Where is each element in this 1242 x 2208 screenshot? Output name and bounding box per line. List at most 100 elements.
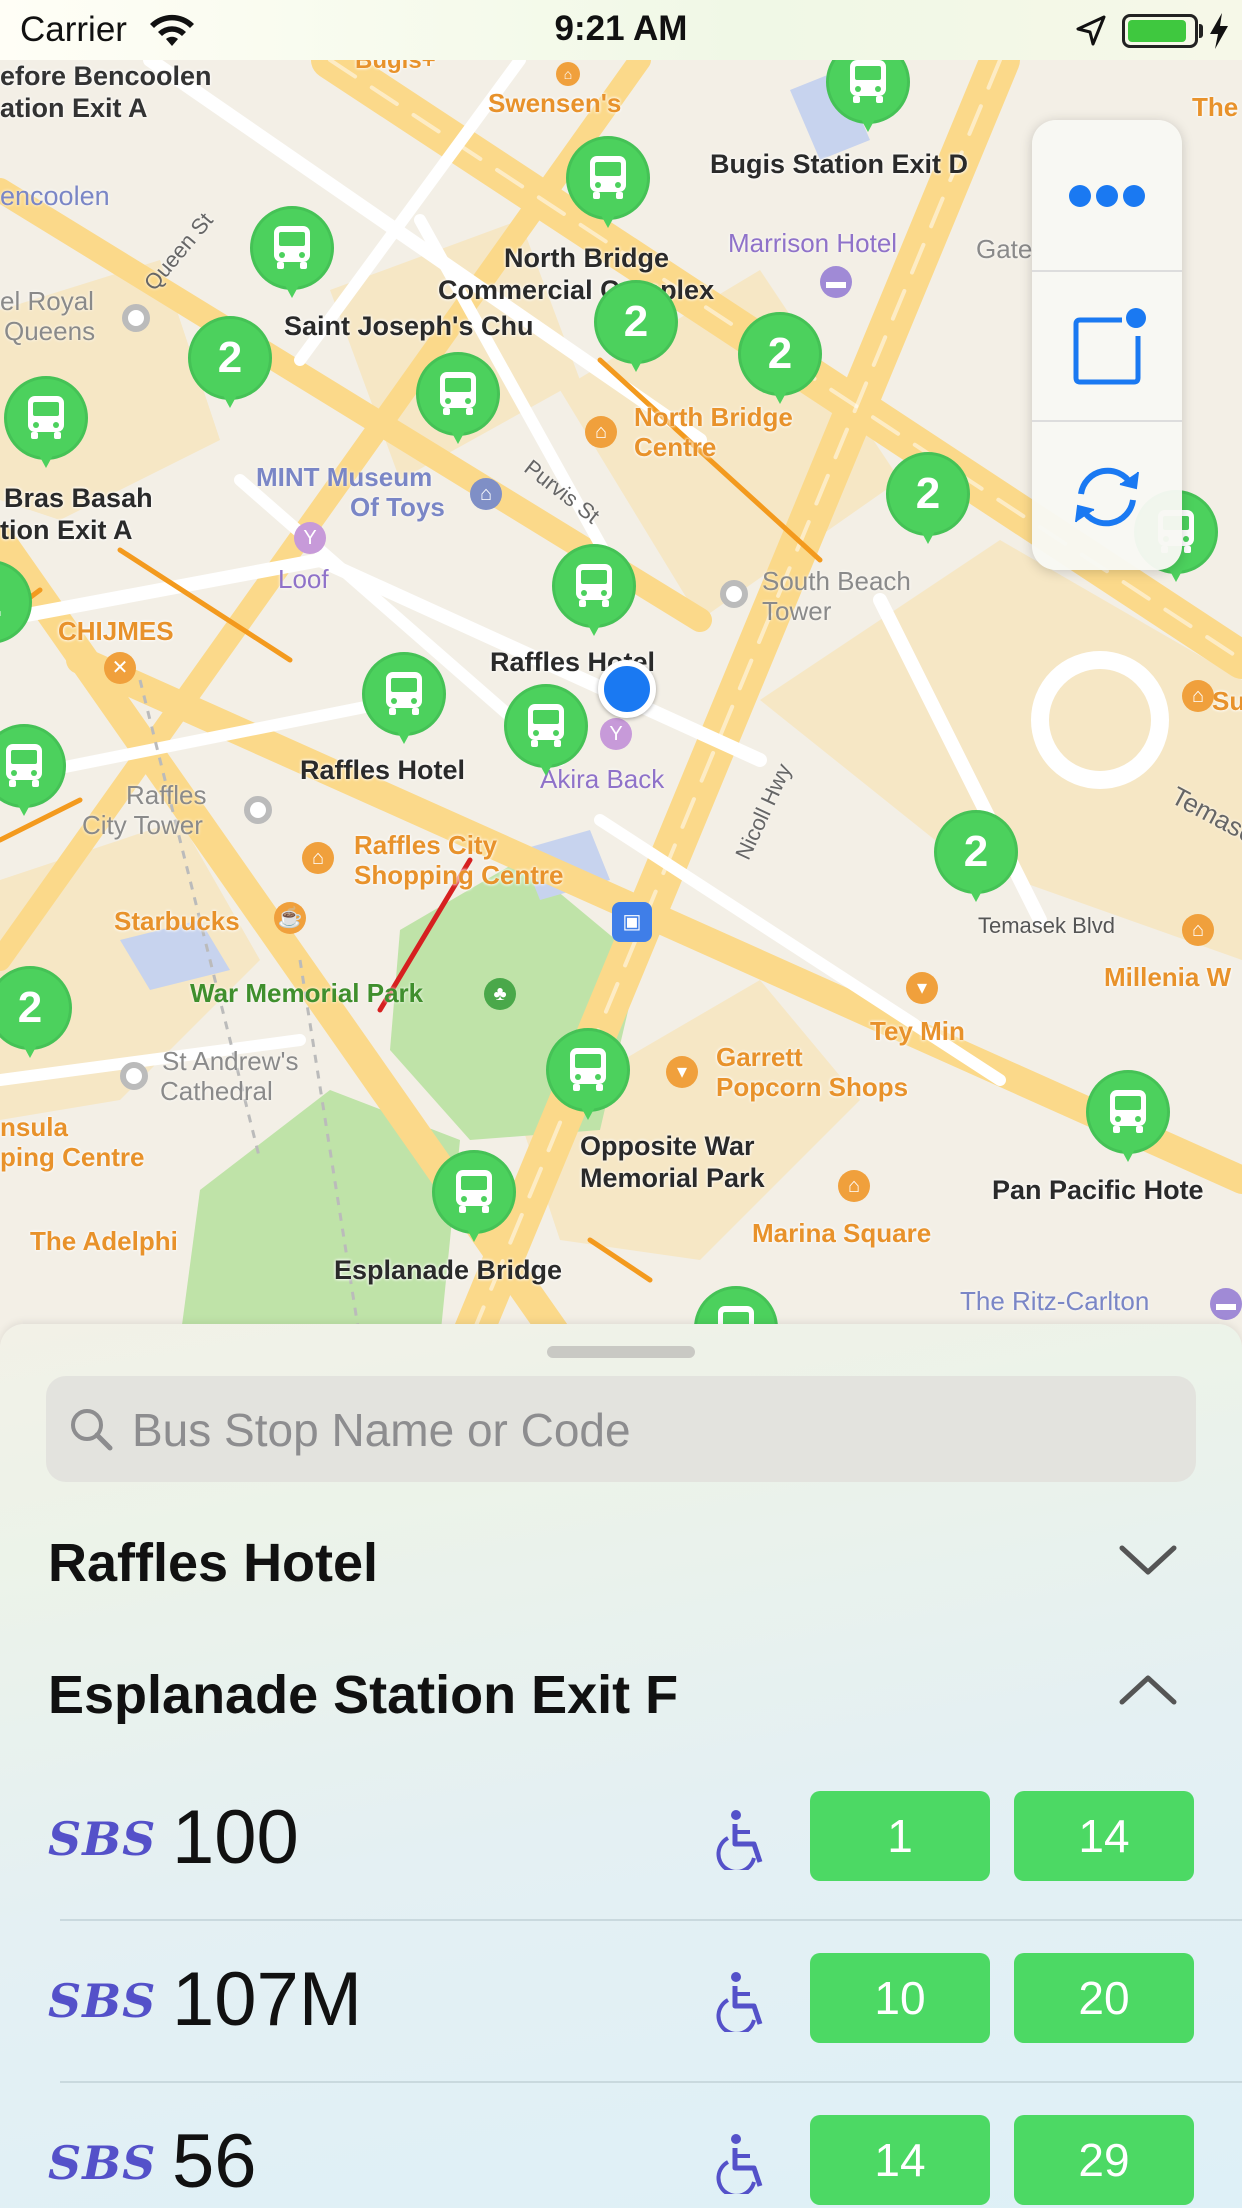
bus-service-row[interactable]: SBS 100 1 14: [0, 1758, 1242, 1921]
notification-button[interactable]: [1032, 270, 1182, 422]
map-poi-label: St Andrew's: [162, 1046, 299, 1076]
park-icon: ♣: [484, 978, 516, 1010]
bar-icon: Y: [600, 718, 632, 750]
map-label: Saint Joseph's Chu: [284, 311, 534, 341]
bus-stop-cluster-pin[interactable]: 2: [188, 316, 272, 416]
train-station-icon: ▣: [612, 902, 652, 942]
shopping-bag-icon: ⌂: [302, 842, 334, 874]
map-poi-label: Starbucks: [114, 906, 240, 936]
bus-icon: [440, 372, 476, 415]
wheelchair-icon: [716, 2134, 763, 2194]
map-poi-label: South Beach: [762, 566, 911, 596]
battery-tip: [1199, 24, 1203, 38]
sheet-grabber[interactable]: [547, 1346, 695, 1358]
map-label: efore Bencoolen: [0, 61, 212, 91]
location-arrow-icon: [1076, 15, 1106, 46]
eta-badge: 14: [1014, 1791, 1194, 1881]
map-poi-label: Marrison Hotel: [728, 228, 898, 258]
service-number: 56: [172, 2119, 257, 2204]
section-title: Esplanade Station Exit F: [48, 1665, 679, 1725]
eta-badge: 10: [810, 1953, 990, 2043]
map-road-label: Temasek Blvd: [978, 913, 1115, 938]
map-poi-label: Popcorn Shops: [716, 1072, 909, 1102]
hotel-icon: ▬: [820, 266, 852, 298]
operator-label: SBS: [48, 1974, 157, 2028]
bus-icon: [1110, 1090, 1146, 1133]
search-input[interactable]: [130, 1376, 1174, 1484]
map-label: Raffles Hotel: [300, 755, 466, 785]
hotel-icon: ▬: [1210, 1288, 1242, 1320]
bus-service-row[interactable]: SBS 56 14 29: [0, 2082, 1242, 2208]
bus-icon: [386, 672, 422, 715]
battery-icon: [1122, 14, 1198, 48]
bus-stop-cluster-pin[interactable]: 2: [0, 560, 32, 660]
section-header-esplanade-station-exit-f[interactable]: Esplanade Station Exit F: [0, 1636, 1242, 1746]
map-label: ation Exit A: [0, 93, 148, 123]
bus-stop-pin[interactable]: [250, 206, 334, 306]
eta-badge: 20: [1014, 1953, 1194, 2043]
section-header-raffles-hotel[interactable]: Raffles Hotel: [0, 1504, 1242, 1614]
operator-label: SBS: [48, 2136, 157, 2190]
map-poi-label: Bugis+: [355, 60, 436, 74]
bus-icon: [576, 564, 612, 607]
shopping-bag-icon: ⌂: [1182, 680, 1214, 712]
bus-stop-cluster-pin[interactable]: 2: [0, 966, 72, 1066]
map-poi-label: Tey Min: [870, 1016, 965, 1046]
bus-icon: [850, 60, 886, 103]
restaurant-icon: ✕: [104, 652, 136, 684]
bus-stop-pin[interactable]: [0, 724, 66, 824]
map-poi-label: Queens: [4, 316, 96, 346]
map-poi-label: nsula: [0, 1112, 68, 1142]
landmark-dot-icon: [244, 796, 272, 824]
bus-stop-pin[interactable]: [566, 136, 650, 236]
bus-stop-pin[interactable]: [826, 60, 910, 140]
map-poi-label: ping Centre: [0, 1142, 145, 1172]
bus-stop-pin[interactable]: [362, 652, 446, 752]
bus-icon: [456, 1170, 492, 1213]
bus-stop-pin[interactable]: [1086, 1070, 1170, 1170]
map-poi-label: CHIJMES: [58, 616, 174, 646]
ellipsis-icon: [1069, 185, 1145, 207]
wheelchair-icon: [716, 1810, 763, 1870]
status-bar: Carrier 9:21 AM: [0, 0, 1242, 60]
bus-stop-pin[interactable]: [504, 684, 588, 784]
user-location-dot: [598, 660, 656, 718]
bus-stop-cluster-pin[interactable]: 2: [594, 280, 678, 380]
bus-stop-cluster-pin[interactable]: 2: [934, 810, 1018, 910]
badge-square-icon: [1073, 308, 1146, 385]
map-poi-label: The: [1192, 92, 1239, 122]
refresh-icon: [1075, 467, 1139, 527]
map-label: Bras Basah: [4, 483, 153, 513]
bus-stop-cluster-pin[interactable]: 2: [886, 452, 970, 552]
charging-bolt-icon: [1210, 13, 1228, 49]
refresh-button[interactable]: [1032, 420, 1182, 572]
search-icon: [71, 1409, 113, 1451]
map-poi-label: Cathedral: [160, 1076, 273, 1106]
more-button[interactable]: [1032, 120, 1182, 270]
bus-stop-pin[interactable]: [546, 1028, 630, 1128]
bus-stop-cluster-pin[interactable]: 2: [738, 312, 822, 412]
landmark-dot-icon: [120, 1062, 148, 1090]
chevron-up-icon: [1119, 1675, 1177, 1705]
search-bar[interactable]: [46, 1376, 1196, 1484]
bus-service-row[interactable]: SBS 107M 10 20: [0, 1920, 1242, 2083]
map-poi-label: Garrett: [716, 1042, 803, 1072]
map-label: Opposite War: [580, 1131, 755, 1161]
bus-stop-pin[interactable]: [432, 1150, 516, 1250]
map-controls: [1032, 120, 1182, 570]
museum-icon: ⌂: [470, 478, 502, 510]
map-label: Pan Pacific Hote: [992, 1175, 1204, 1205]
map-poi-label: Loof: [278, 564, 329, 594]
map-poi-label: Su: [1212, 686, 1242, 716]
bus-stop-pin[interactable]: [552, 544, 636, 644]
shopping-bag-icon: ⌂: [1182, 914, 1214, 946]
eta-badge: 14: [810, 2115, 990, 2205]
bottom-sheet[interactable]: Raffles Hotel Esplanade Station Exit F S…: [0, 1324, 1242, 2208]
eta-badge: 1: [810, 1791, 990, 1881]
map-poi-label: Millenia W: [1104, 962, 1232, 992]
map-poi-label: Gate: [976, 234, 1033, 264]
bus-stop-pin[interactable]: [416, 352, 500, 452]
bus-stop-pin[interactable]: [4, 376, 88, 476]
operator-label: SBS: [48, 1812, 157, 1866]
map-label: Bugis Station Exit D: [710, 149, 969, 179]
